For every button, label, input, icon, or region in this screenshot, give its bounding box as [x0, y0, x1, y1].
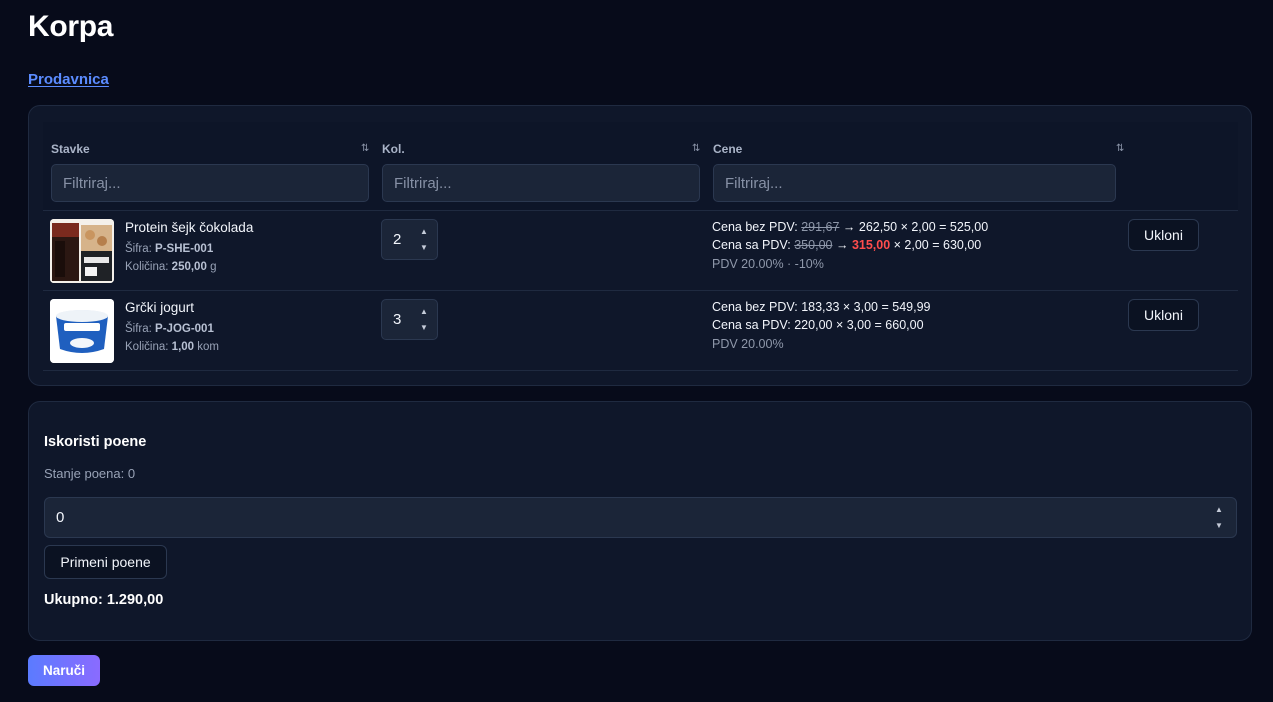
cart-card: Stavke ⇅ Kol. ⇅ Cene ⇅ Protein šejk — [28, 105, 1252, 386]
sort-icon[interactable]: ⇅ — [361, 143, 370, 154]
quantity-value: 2 — [393, 231, 402, 248]
order-button[interactable]: Naruči — [28, 655, 100, 686]
points-card: Iskoristi poene Stanje poena: 0 0 ▲ ▼ Pr… — [28, 401, 1252, 641]
product-name: Grčki jogurt — [125, 300, 195, 315]
vat-info: PDV 20.00% · -10% — [712, 257, 824, 271]
chevron-up-icon[interactable]: ▲ — [420, 307, 428, 317]
total-amount: Ukupno: 1.290,00 — [44, 592, 164, 608]
store-link[interactable]: Prodavnica — [28, 71, 109, 88]
points-input[interactable]: 0 ▲ ▼ — [44, 497, 1237, 538]
table-row: Grčki jogurt Šifra: P-JOG-001 Količina: … — [43, 291, 1238, 371]
column-header-quantity[interactable]: Kol. — [382, 142, 405, 156]
spinner[interactable]: ▲ ▼ — [1212, 505, 1226, 531]
chevron-down-icon[interactable]: ▼ — [1215, 521, 1223, 531]
product-sku: Šifra: P-JOG-001 — [125, 323, 214, 335]
remove-button[interactable]: Ukloni — [1128, 299, 1199, 331]
spinner[interactable]: ▲ ▼ — [417, 227, 431, 253]
old-price: 350,00 — [794, 238, 833, 252]
items-filter-input[interactable] — [51, 164, 369, 202]
product-sku: Šifra: P-SHE-001 — [125, 243, 214, 255]
table-row: Protein šejk čokolada Šifra: P-SHE-001 K… — [43, 211, 1238, 291]
price-net: Cena bez PDV: 183,33 × 3,00 = 549,99 — [712, 300, 931, 314]
quantity-value: 3 — [393, 311, 402, 328]
column-header-prices[interactable]: Cene — [713, 142, 742, 156]
vat-info: PDV 20.00% — [712, 337, 784, 351]
points-balance: Stanje poena: 0 — [44, 466, 136, 481]
chevron-down-icon[interactable]: ▼ — [420, 243, 428, 253]
sort-icon[interactable]: ⇅ — [1116, 143, 1125, 154]
quantity-filter-input[interactable] — [382, 164, 700, 202]
spinner[interactable]: ▲ ▼ — [417, 307, 431, 333]
column-header-items[interactable]: Stavke — [51, 142, 90, 156]
chevron-up-icon[interactable]: ▲ — [1215, 505, 1223, 515]
price-gross: Cena sa PDV: 350,00 → 315,00 × 2,00 = 63… — [712, 238, 982, 252]
old-price: 291,67 — [801, 220, 840, 234]
quantity-stepper[interactable]: 2 ▲ ▼ — [381, 219, 438, 260]
page-title: Korpa — [28, 10, 114, 43]
chevron-down-icon[interactable]: ▼ — [420, 323, 428, 333]
prices-filter-input[interactable] — [713, 164, 1116, 202]
quantity-stepper[interactable]: 3 ▲ ▼ — [381, 299, 438, 340]
product-name: Protein šejk čokolada — [125, 220, 254, 235]
price-net: Cena bez PDV: 291,67 → 262,50 × 2,00 = 5… — [712, 220, 989, 234]
apply-points-button[interactable]: Primeni poene — [44, 545, 167, 579]
sale-price: 315,00 — [851, 238, 891, 252]
product-amount: Količina: 250,00 g — [125, 261, 217, 273]
points-title: Iskoristi poene — [44, 434, 147, 450]
price-gross: Cena sa PDV: 220,00 × 3,00 = 660,00 — [712, 318, 924, 332]
chevron-up-icon[interactable]: ▲ — [420, 227, 428, 237]
table-header: Stavke ⇅ Kol. ⇅ Cene ⇅ — [43, 122, 1238, 211]
product-amount: Količina: 1,00 kom — [125, 341, 219, 353]
product-image — [50, 299, 114, 363]
points-value: 0 — [56, 509, 65, 526]
product-image — [50, 219, 114, 283]
remove-button[interactable]: Ukloni — [1128, 219, 1199, 251]
sort-icon[interactable]: ⇅ — [692, 143, 701, 154]
